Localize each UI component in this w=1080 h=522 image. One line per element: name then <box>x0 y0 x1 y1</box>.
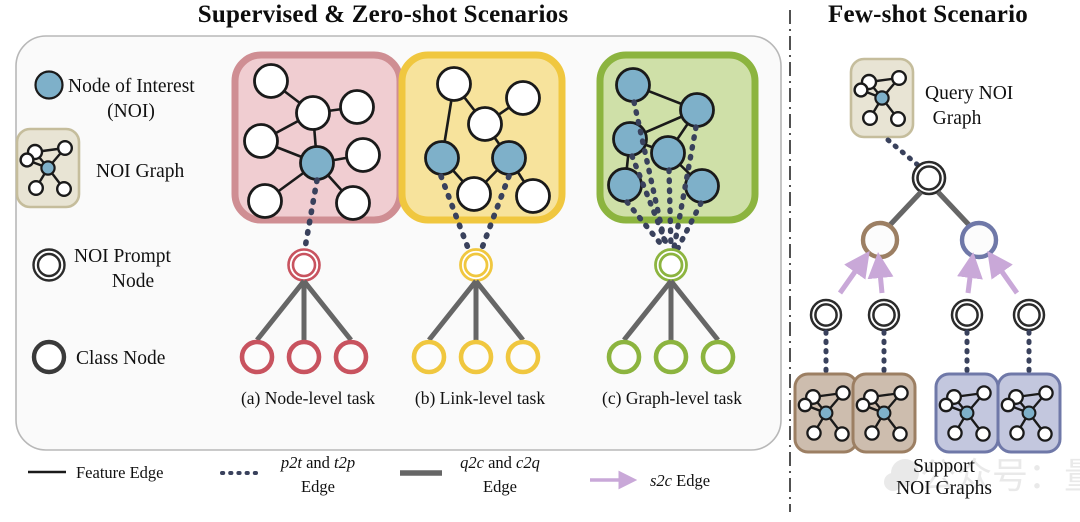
noi-node <box>650 135 686 171</box>
class-node <box>411 339 447 375</box>
support-graph-box-blue-2 <box>996 372 1062 454</box>
page-title-right: Few-shot Scenario <box>828 1 1028 28</box>
support-graph-box-blue-1 <box>934 372 1000 454</box>
query-graph-label-1: Query NOI <box>925 83 1013 104</box>
fewshot-q2c-edges <box>887 190 972 228</box>
p2t-edge-label-2: Edge <box>301 477 335 496</box>
legend-prompt-label-2: Node <box>112 271 154 292</box>
caption-c: (c) Graph-level task <box>602 388 742 408</box>
diagram-canvas: Supervised & Zero-shot Scenarios Few-sho… <box>15 1 1080 512</box>
query-graph-label-2: Graph <box>933 108 982 129</box>
graph-node <box>505 80 541 116</box>
class-node <box>700 339 736 375</box>
q2c-edge-label-2: Edge <box>483 477 517 496</box>
legend-noi-swatch <box>34 70 64 100</box>
noi-node <box>679 92 715 128</box>
caption-b: (b) Link-level task <box>415 388 545 408</box>
graph-node <box>243 123 279 159</box>
noi-node <box>491 140 527 176</box>
support-prompt-node <box>867 298 901 332</box>
graph-node <box>515 178 551 214</box>
fewshot-root-prompt-node <box>911 160 947 196</box>
class-node <box>286 339 322 375</box>
support-p2t-edges <box>823 329 1032 375</box>
support-label-2: NOI Graphs <box>896 478 992 499</box>
page-title-left: Supervised & Zero-shot Scenarios <box>198 1 569 28</box>
class-node <box>505 339 541 375</box>
class-node <box>239 339 275 375</box>
graph-node <box>339 89 375 125</box>
panel-c-prompt-node <box>654 248 688 282</box>
query-p2t-edge <box>885 137 922 169</box>
class-node <box>653 339 689 375</box>
t2p-token: t2p <box>334 453 355 472</box>
graph-node <box>335 185 371 221</box>
graph-node <box>247 183 283 219</box>
caption-a: (a) Node-level task <box>241 388 375 408</box>
graph-node <box>456 176 492 212</box>
graph-node <box>295 95 331 131</box>
panel-a-prompt-node <box>287 248 321 282</box>
fewshot-query-graph-icon <box>849 57 915 139</box>
s2c-suffix: Edge <box>672 471 710 490</box>
s2c-token: s2c <box>650 471 673 490</box>
graph-node <box>436 66 472 102</box>
legend-prompt-label-1: NOI Prompt <box>74 246 172 267</box>
s2c-edge-label: s2c Edge <box>650 471 710 490</box>
class-node <box>606 339 642 375</box>
legend-noi-label-2: (NOI) <box>107 101 155 122</box>
legend-class-label: Class Node <box>76 348 165 369</box>
support-graph-box-tan-2 <box>851 372 917 454</box>
p2t-edge-label: p2t and t2p <box>280 453 355 472</box>
q2c-conj: and <box>484 453 516 472</box>
class-node <box>458 339 494 375</box>
noi-node <box>299 145 335 181</box>
graph-node <box>467 106 503 142</box>
s2c-arrows <box>837 250 1020 295</box>
legend-prompt-node-swatch <box>32 248 66 282</box>
support-prompt-node <box>809 298 843 332</box>
class-node <box>333 339 369 375</box>
figure-root: Supervised & Zero-shot Scenarios Few-sho… <box>0 0 1080 522</box>
support-graph-box-tan-1 <box>793 372 859 454</box>
p2t-token: p2t <box>280 453 303 472</box>
legend-class-node-swatch <box>31 339 67 375</box>
graph-node <box>345 137 381 173</box>
legend-noi-label-1: Node of Interest <box>68 76 195 97</box>
class-node-tan <box>860 220 900 260</box>
q2c-edge-label: q2c and c2q <box>460 453 540 472</box>
support-prompt-node <box>1012 298 1046 332</box>
legend-noi-graph-icon <box>15 127 81 209</box>
graph-node <box>253 63 289 99</box>
p2t-conj: and <box>302 453 334 472</box>
support-prompt-node <box>950 298 984 332</box>
legend-noi-graph-label: NOI Graph <box>96 161 185 182</box>
noi-node <box>607 167 643 203</box>
c2q-token: c2q <box>516 453 540 472</box>
noi-node <box>615 67 651 103</box>
q2c-token: q2c <box>460 453 485 472</box>
support-label-1: Support <box>913 456 975 477</box>
noi-node <box>424 140 460 176</box>
noi-node <box>684 168 720 204</box>
feature-edge-label: Feature Edge <box>76 463 164 482</box>
panel-b-prompt-node <box>459 248 493 282</box>
class-node-blue <box>959 220 999 260</box>
